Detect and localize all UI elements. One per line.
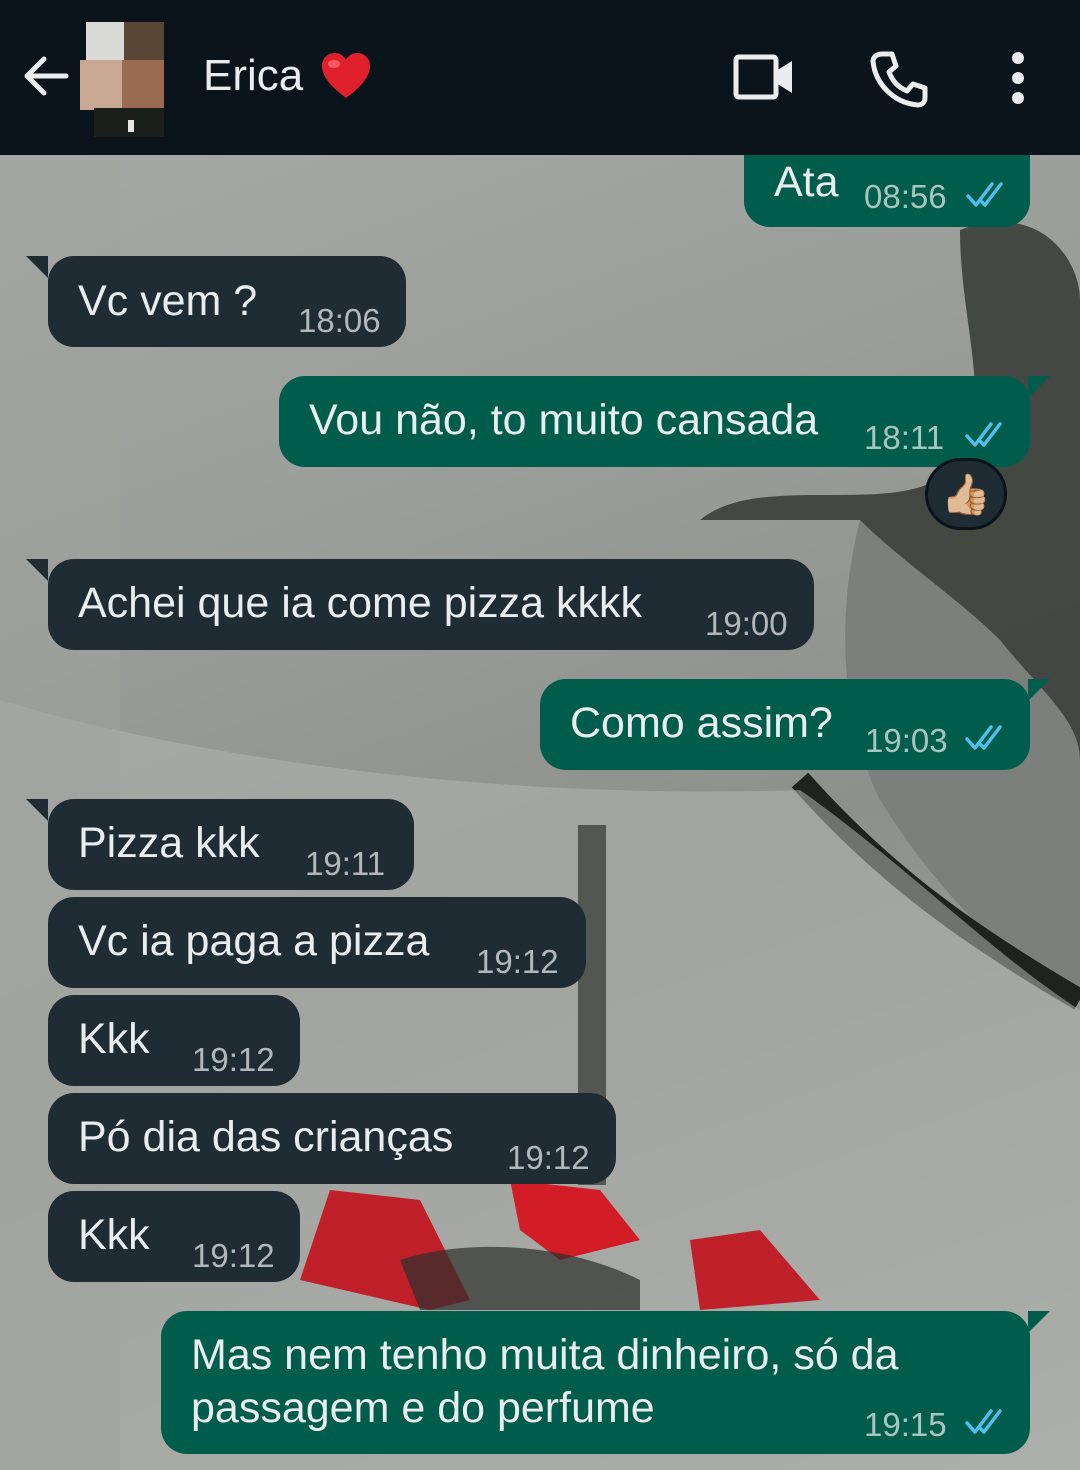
read-ticks-icon (966, 182, 1003, 207)
message-bubble-incoming[interactable]: Achei que ia come pizza kkkk 19:00 (26, 559, 814, 650)
message-text: Pó dia das crianças (78, 1113, 454, 1161)
message-text: Kkk (78, 1211, 150, 1259)
back-arrow-icon[interactable] (20, 50, 72, 102)
message-text: Ata (774, 158, 839, 206)
message-time: 19:12 (507, 1139, 590, 1176)
message-bubble-incoming[interactable]: Pizza kkk 19:11 (26, 799, 414, 890)
message-text-line-1: Mas nem tenho muita dinheiro, só da (191, 1331, 899, 1379)
message-time: 19:12 (192, 1237, 275, 1274)
chat-header: Erica (0, 0, 1080, 155)
red-heart-emoji (322, 53, 370, 98)
message-bubble-outgoing[interactable]: Vou não, to muito cansada 18:11 (279, 376, 1050, 467)
message-time: 19:03 (865, 722, 948, 759)
contact-avatar[interactable] (80, 22, 168, 137)
message-bubble-incoming[interactable]: Kkk 19:12 (48, 1191, 300, 1282)
message-text-line-2: passagem e do perfume (191, 1384, 655, 1432)
message-bubble-outgoing[interactable]: Como assim? 19:03 (540, 679, 1050, 770)
message-bubble-outgoing[interactable]: Mas nem tenho muita dinheiro, só da pass… (161, 1311, 1050, 1454)
video-call-icon[interactable] (733, 53, 795, 101)
contact-name[interactable]: Erica (203, 50, 303, 102)
message-text: Vc ia paga a pizza (78, 917, 430, 965)
message-text: Pizza kkk (78, 819, 260, 867)
message-bubble-incoming[interactable]: Vc ia paga a pizza 19:12 (48, 897, 586, 988)
message-bubble-incoming[interactable]: Vc vem ? 18:06 (26, 256, 406, 347)
read-ticks-icon (965, 725, 1002, 750)
message-bubble-incoming[interactable]: Pó dia das crianças 19:12 (48, 1093, 616, 1184)
message-time: 18:06 (298, 302, 381, 339)
message-time: 19:11 (305, 845, 386, 882)
message-time: 19:00 (705, 605, 788, 642)
voice-call-icon[interactable] (870, 50, 928, 108)
message-bubble-incoming[interactable]: Kkk 19:12 (48, 995, 300, 1086)
message-time: 19:12 (192, 1041, 275, 1078)
reaction-thumbs-up[interactable]: 👍🏼 (925, 458, 1007, 530)
message-text: Como assim? (570, 699, 833, 747)
message-text: Vc vem ? (78, 277, 258, 325)
message-text: Kkk (78, 1015, 150, 1063)
message-time: 18:11 (864, 419, 945, 456)
read-ticks-icon (965, 1409, 1002, 1434)
message-time: 08:56 (864, 178, 947, 215)
more-options-icon[interactable] (1008, 52, 1028, 104)
read-ticks-icon (965, 422, 1002, 447)
message-text: Vou não, to muito cansada (309, 396, 819, 444)
message-time: 19:12 (476, 943, 559, 980)
message-time: 19:15 (864, 1406, 947, 1443)
message-text: Achei que ia come pizza kkkk (78, 579, 643, 627)
